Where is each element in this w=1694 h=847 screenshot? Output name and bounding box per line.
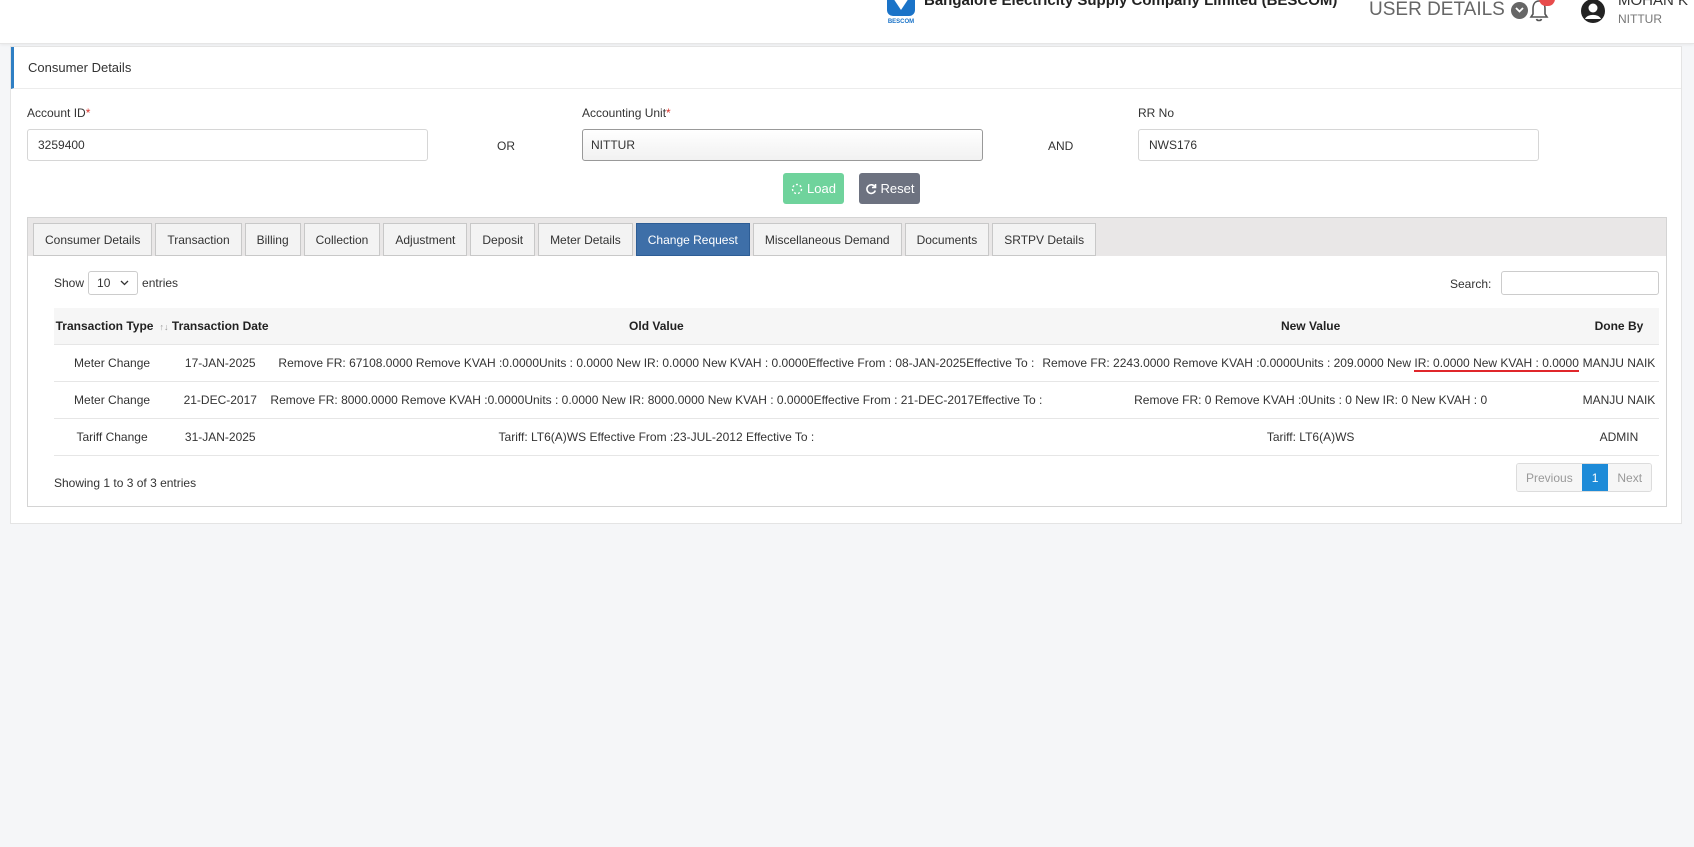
tab-srtpv-details[interactable]: SRTPV Details	[992, 223, 1097, 256]
logo-text: BESCOM	[888, 19, 914, 25]
entries-value: 10	[97, 276, 111, 290]
cell-old-value: Tariff: LT6(A)WS Effective From :23-JUL-…	[270, 417, 1043, 456]
show-label: Show	[54, 276, 85, 290]
table-header-row: Transaction Type ↑↓ Transaction Date Old …	[54, 308, 1659, 344]
entries-select[interactable]: 10	[88, 271, 139, 295]
accounting-unit-label-text: Accounting Unit	[582, 106, 667, 120]
load-button[interactable]: Load	[783, 173, 844, 204]
accounting-unit-value: NITTUR	[591, 138, 635, 152]
table-row: Meter Change 21-DEC-2017 Remove FR: 8000…	[54, 380, 1659, 418]
column-header-transaction-date[interactable]: Transaction Date	[170, 308, 270, 344]
and-label: AND	[1048, 139, 1074, 153]
user-details-menu[interactable]: USER DETAILS	[1369, 0, 1528, 21]
table-info-text: Showing 1 to 3 of 3 entries	[54, 476, 197, 490]
reset-button-label: Reset	[880, 181, 915, 196]
spinner-icon	[791, 183, 803, 194]
column-header-new-value[interactable]: New Value	[1042, 308, 1579, 344]
user-avatar-icon[interactable]	[1580, 0, 1606, 24]
tab-transaction[interactable]: Transaction	[155, 223, 242, 256]
tab-billing[interactable]: Billing	[244, 223, 301, 256]
accounting-unit-label: Accounting Unit*	[582, 106, 671, 120]
refresh-icon	[865, 183, 876, 194]
tab-collection[interactable]: Collection	[303, 223, 381, 256]
search-input[interactable]	[1501, 271, 1659, 295]
panel-title: Consumer Details	[11, 47, 1681, 89]
tab-consumer-details[interactable]: Consumer Details	[33, 223, 153, 256]
tabs-container: Consumer Details Transaction Billing Col…	[27, 217, 1667, 507]
highlighted-new-value: IR: 0.0000 New KVAH : 0.0000	[1414, 355, 1579, 372]
pagination: Previous 1 Next	[1516, 463, 1653, 492]
cell-old-value: Remove FR: 67108.0000 Remove KVAH :0.000…	[270, 343, 1043, 381]
rr-no-label: RR No	[1138, 106, 1175, 120]
cell-old-value: Remove FR: 8000.0000 Remove KVAH :0.0000…	[270, 380, 1043, 418]
accounting-unit-select[interactable]: NITTUR	[582, 129, 983, 161]
rr-no-input[interactable]	[1138, 129, 1539, 161]
entries-length-control: Show 10 entries	[54, 271, 178, 295]
page-1-button[interactable]: 1	[1581, 464, 1609, 491]
tab-deposit[interactable]: Deposit	[470, 223, 536, 256]
account-id-label-text: Account ID	[27, 106, 86, 120]
tab-meter-details[interactable]: Meter Details	[538, 223, 633, 256]
table-row: Meter Change 17-JAN-2025 Remove FR: 6710…	[54, 343, 1659, 381]
or-label: OR	[497, 139, 515, 153]
company-name: Bangalore Electricity Supply Company Lim…	[924, 0, 1338, 9]
column-header-label: Transaction Type	[55, 318, 154, 333]
cell-new-value: Remove FR: 0 Remove KVAH :0Units : 0 New…	[1042, 380, 1579, 418]
required-mark: *	[666, 106, 671, 120]
sort-icon: ↑↓	[159, 321, 169, 332]
account-id-input[interactable]	[27, 129, 428, 161]
panel-title-text: Consumer Details	[28, 60, 132, 75]
user-unit: NITTUR	[1618, 12, 1662, 26]
user-details-label: USER DETAILS	[1369, 0, 1505, 20]
entries-label: entries	[142, 276, 179, 290]
load-button-label: Load	[807, 181, 836, 196]
column-header-done-by[interactable]: Done By	[1579, 308, 1659, 344]
tab-change-request[interactable]: Change Request	[635, 223, 750, 256]
tab-miscellaneous-demand[interactable]: Miscellaneous Demand	[752, 223, 902, 256]
search-label: Search:	[1450, 277, 1492, 291]
column-header-old-value[interactable]: Old Value	[270, 308, 1042, 344]
cell-transaction-date: 17-JAN-2025	[170, 343, 271, 381]
new-value-text: Remove FR: 2243.0000 Remove KVAH :0.0000…	[1042, 355, 1415, 370]
chevron-down-icon	[120, 280, 129, 286]
chevron-down-icon	[1510, 1, 1528, 19]
cell-transaction-date: 31-JAN-2025	[170, 417, 271, 456]
cell-new-value: Remove FR: 2243.0000 Remove KVAH :0.0000…	[1042, 343, 1579, 381]
cell-new-value: Tariff: LT6(A)WS	[1042, 417, 1579, 456]
user-name: MOHAN K	[1618, 0, 1689, 9]
cell-transaction-type: Tariff Change	[54, 417, 171, 456]
cell-transaction-type: Meter Change	[54, 380, 171, 418]
cell-done-by: MANJU NAIK	[1578, 380, 1659, 418]
required-mark: *	[85, 106, 91, 120]
top-header: BESCOM Bangalore Electricity Supply Comp…	[0, 0, 1694, 44]
cell-transaction-type: Meter Change	[54, 343, 171, 381]
bescom-logo-icon: BESCOM	[887, 0, 915, 25]
tab-documents[interactable]: Documents	[904, 223, 990, 256]
tab-bar: Consumer Details Transaction Billing Col…	[28, 218, 1666, 256]
change-request-table: Transaction Type ↑↓ Transaction Date Old …	[54, 308, 1659, 456]
account-id-label: Account ID*	[27, 106, 90, 120]
table-row: Tariff Change 31-JAN-2025 Tariff: LT6(A)…	[54, 417, 1659, 456]
next-page-button[interactable]: Next	[1608, 464, 1652, 491]
cell-done-by: MANJU NAIK	[1578, 343, 1659, 381]
column-header-transaction-type[interactable]: Transaction Type ↑↓	[54, 308, 170, 344]
reset-button[interactable]: Reset	[859, 173, 920, 204]
tab-adjustment[interactable]: Adjustment	[383, 223, 468, 256]
cell-done-by: ADMIN	[1578, 417, 1659, 456]
consumer-details-panel: Consumer Details Account ID* OR Accounti…	[10, 46, 1682, 524]
previous-page-button[interactable]: Previous	[1517, 464, 1582, 491]
cell-transaction-date: 21-DEC-2017	[170, 380, 271, 418]
